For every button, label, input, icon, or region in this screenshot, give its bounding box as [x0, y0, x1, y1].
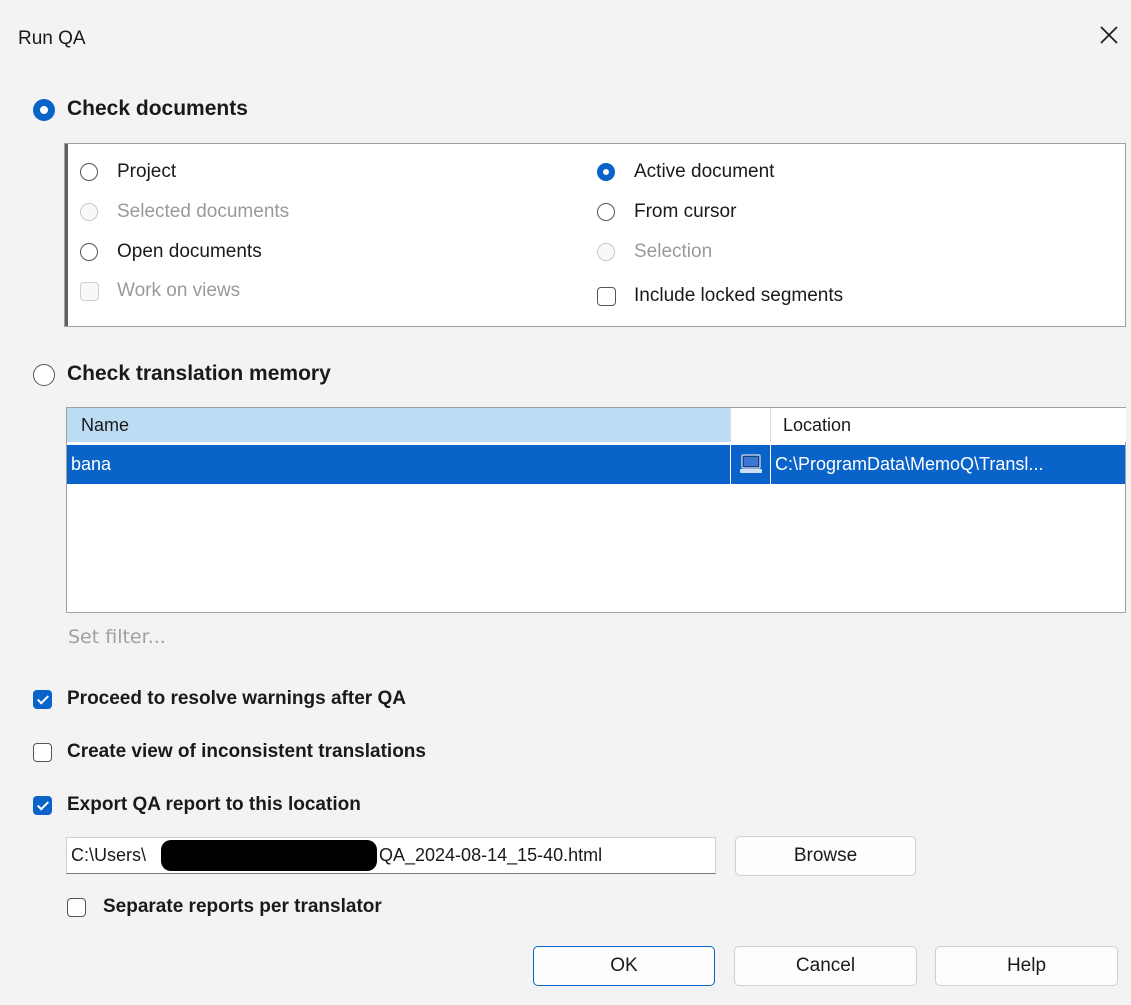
open-documents-label: Open documents	[117, 241, 262, 262]
check-documents-radio[interactable]	[33, 99, 55, 121]
selected-documents-label: Selected documents	[117, 201, 290, 222]
work-on-views-label: Work on views	[117, 280, 241, 301]
selection-radio	[597, 243, 615, 261]
browse-button[interactable]: Browse	[735, 836, 916, 876]
cancel-button[interactable]: Cancel	[734, 946, 917, 986]
column-header-location[interactable]: Location	[770, 408, 1126, 442]
computer-icon	[730, 445, 770, 484]
separate-reports-label: Separate reports per translator	[103, 896, 382, 917]
active-document-label: Active document	[634, 161, 775, 182]
ok-button[interactable]: OK	[533, 946, 715, 986]
from-cursor-label: From cursor	[634, 201, 737, 222]
set-filter-link: Set filter...	[68, 626, 166, 648]
tm-table-header: Name Location	[67, 408, 1126, 442]
selection-label: Selection	[634, 241, 713, 262]
report-path-start: C:\Users\	[71, 845, 147, 865]
redaction-mark	[161, 840, 377, 871]
open-documents-radio[interactable]	[80, 243, 98, 261]
report-path-input[interactable]: C:\Users\ QA_2024-08-14_15-40.html	[66, 837, 716, 874]
from-cursor-radio[interactable]	[597, 203, 615, 221]
include-locked-segments-checkbox[interactable]	[597, 287, 616, 306]
export-report-label: Export QA report to this location	[67, 794, 361, 815]
close-icon[interactable]	[1096, 22, 1122, 48]
project-label: Project	[117, 161, 177, 182]
include-locked-segments-label: Include locked segments	[634, 285, 844, 306]
dialog-title: Run QA	[18, 28, 86, 49]
help-button[interactable]: Help	[935, 946, 1118, 986]
tm-name-cell: bana	[71, 454, 112, 474]
column-header-icon[interactable]	[730, 408, 770, 442]
report-path-end: QA_2024-08-14_15-40.html	[379, 845, 603, 865]
check-tm-label: Check translation memory	[67, 362, 331, 385]
resolve-warnings-checkbox[interactable]	[33, 690, 52, 709]
active-document-radio[interactable]	[597, 163, 615, 181]
inconsistent-view-label: Create view of inconsistent translations	[67, 741, 426, 762]
check-tm-radio[interactable]	[33, 364, 55, 386]
project-radio[interactable]	[80, 163, 98, 181]
separate-reports-checkbox[interactable]	[67, 898, 86, 917]
column-header-name[interactable]: Name	[67, 408, 730, 442]
inconsistent-view-checkbox[interactable]	[33, 743, 52, 762]
work-on-views-checkbox	[80, 282, 99, 301]
table-row[interactable]: bana C:\ProgramData\MemoQ\Transl...	[67, 445, 1125, 484]
check-documents-label: Check documents	[67, 97, 248, 120]
tm-location-cell: C:\ProgramData\MemoQ\Transl...	[770, 445, 1126, 484]
tm-table[interactable]: Name Location bana C:\ProgramData\MemoQ\…	[66, 407, 1126, 613]
resolve-warnings-label: Proceed to resolve warnings after QA	[67, 688, 406, 709]
selected-documents-radio	[80, 203, 98, 221]
export-report-checkbox[interactable]	[33, 796, 52, 815]
